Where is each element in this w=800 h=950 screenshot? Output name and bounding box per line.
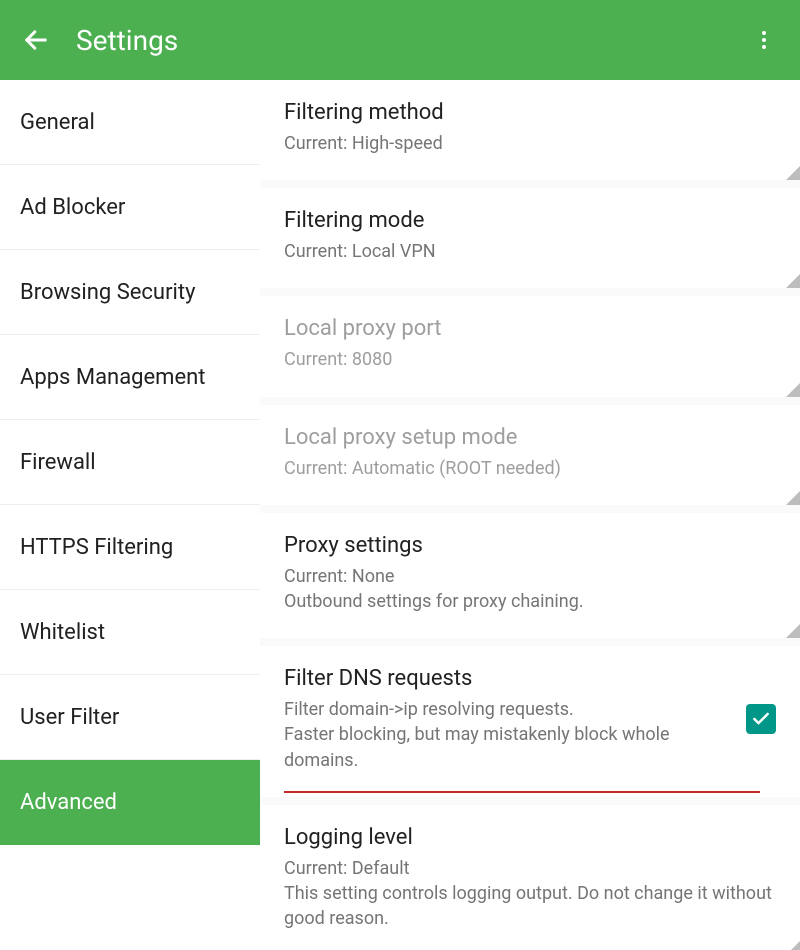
setting-desc: Outbound settings for proxy chaining.: [284, 589, 776, 614]
body: General Ad Blocker Browsing Security App…: [0, 80, 800, 950]
sidebar-item-label: Ad Blocker: [20, 195, 125, 220]
checkbox-checked-icon[interactable]: [746, 704, 776, 734]
sidebar-item-label: General: [20, 110, 95, 135]
setting-sub: Current: 8080: [284, 347, 776, 372]
expand-corner-icon: [786, 491, 800, 505]
sidebar-item-ad-blocker[interactable]: Ad Blocker: [0, 165, 260, 250]
sidebar-item-label: Advanced: [20, 790, 117, 815]
setting-proxy-settings[interactable]: Proxy settings Current: None Outbound se…: [260, 513, 800, 638]
setting-sub: Current: Automatic (ROOT needed): [284, 456, 776, 481]
expand-corner-icon: [786, 624, 800, 638]
more-icon[interactable]: [748, 24, 780, 56]
setting-title: Filtering mode: [284, 208, 776, 233]
sidebar-item-firewall[interactable]: Firewall: [0, 420, 260, 505]
setting-title: Logging level: [284, 825, 776, 850]
sidebar-item-https-filtering[interactable]: HTTPS Filtering: [0, 505, 260, 590]
setting-title: Filtering method: [284, 100, 776, 125]
sidebar-item-label: User Filter: [20, 705, 119, 730]
setting-sub: Current: None: [284, 564, 776, 589]
sidebar-item-label: Apps Management: [20, 365, 206, 390]
setting-desc: Faster blocking, but may mistakenly bloc…: [284, 722, 734, 772]
setting-sub: Current: High-speed: [284, 131, 776, 156]
setting-local-proxy-setup: Local proxy setup mode Current: Automati…: [260, 405, 800, 505]
setting-sub: Current: Local VPN: [284, 239, 776, 264]
setting-sub: Current: Default: [284, 856, 776, 881]
sidebar-item-browsing-security[interactable]: Browsing Security: [0, 250, 260, 335]
setting-title: Local proxy port: [284, 316, 776, 341]
setting-filtering-method[interactable]: Filtering method Current: High-speed: [260, 80, 800, 180]
sidebar: General Ad Blocker Browsing Security App…: [0, 80, 260, 950]
expand-corner-icon: [786, 941, 800, 950]
setting-local-proxy-port: Local proxy port Current: 8080: [260, 296, 800, 396]
setting-title: Local proxy setup mode: [284, 425, 776, 450]
sidebar-item-label: Whitelist: [20, 620, 105, 645]
sidebar-item-advanced[interactable]: Advanced: [0, 760, 260, 845]
setting-desc: This setting controls logging output. Do…: [284, 881, 776, 931]
sidebar-item-label: Firewall: [20, 450, 96, 475]
sidebar-item-label: HTTPS Filtering: [20, 535, 173, 560]
sidebar-item-general[interactable]: General: [0, 80, 260, 165]
setting-filter-dns[interactable]: Filter DNS requests Filter domain->ip re…: [260, 646, 800, 797]
setting-title: Filter DNS requests: [284, 666, 734, 691]
page-title: Settings: [76, 24, 748, 57]
sidebar-item-apps-management[interactable]: Apps Management: [0, 335, 260, 420]
sidebar-item-whitelist[interactable]: Whitelist: [0, 590, 260, 675]
sidebar-item-user-filter[interactable]: User Filter: [0, 675, 260, 760]
highlight-underline: [284, 791, 760, 793]
setting-desc: Filter domain->ip resolving requests.: [284, 697, 734, 722]
back-icon[interactable]: [20, 24, 52, 56]
expand-corner-icon: [786, 383, 800, 397]
content-pane: Filtering method Current: High-speed Fil…: [260, 80, 800, 950]
expand-corner-icon: [786, 166, 800, 180]
sidebar-item-label: Browsing Security: [20, 280, 195, 305]
setting-logging-level[interactable]: Logging level Current: Default This sett…: [260, 805, 800, 950]
setting-title: Proxy settings: [284, 533, 776, 558]
expand-corner-icon: [786, 274, 800, 288]
app-header: Settings: [0, 0, 800, 80]
setting-filtering-mode[interactable]: Filtering mode Current: Local VPN: [260, 188, 800, 288]
